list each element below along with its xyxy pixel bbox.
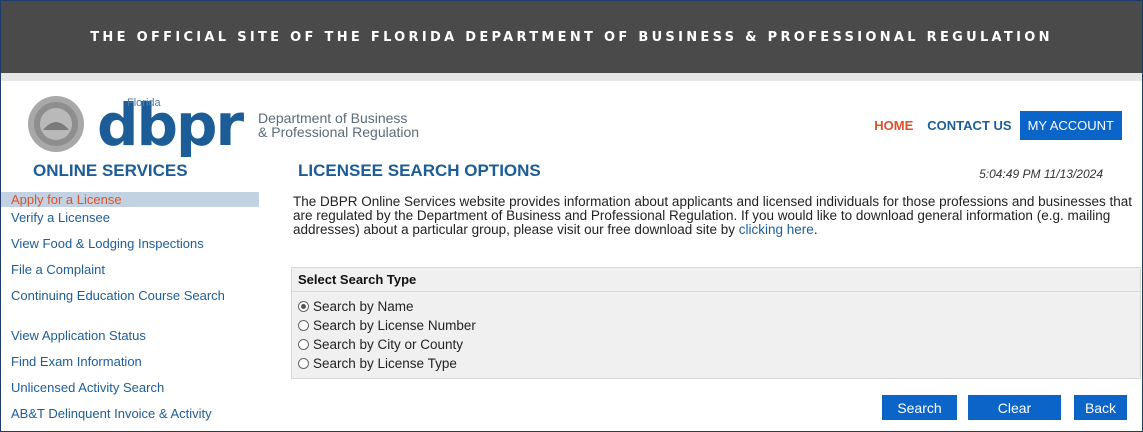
sidebar-item-unlicensed-activity[interactable]: Unlicensed Activity Search [1,377,259,403]
sidebar-item-food-lodging[interactable]: View Food & Lodging Inspections [1,233,259,259]
sidebar-title: ONLINE SERVICES [33,161,188,180]
sidebar-item-application-status[interactable]: View Application Status [1,325,259,351]
radio-search-by-name[interactable]: Search by Name [292,297,1140,316]
radio-button-checked[interactable] [298,301,309,312]
sidebar-item-verify-licensee[interactable]: Verify a Licensee [1,207,259,233]
my-account-button[interactable]: MY ACCOUNT [1019,111,1122,140]
florida-seal-icon [21,94,91,154]
radio-search-by-license-type[interactable]: Search by License Type [292,354,1140,373]
department-name: Department of Business & Professional Re… [258,111,419,139]
sidebar-item-abt-delinquent[interactable]: AB&T Delinquent Invoice & Activity [1,403,259,429]
radio-search-by-city-county[interactable]: Search by City or County [292,335,1140,354]
search-type-heading: Select Search Type [292,268,1140,292]
radio-search-by-license-number[interactable]: Search by License Number [292,316,1140,335]
intro-text: The DBPR Online Services website provide… [293,195,1133,237]
site-banner: THE OFFICIAL SITE OF THE FLORIDA DEPARTM… [1,1,1142,73]
page-frame: THE OFFICIAL SITE OF THE FLORIDA DEPARTM… [0,0,1143,432]
nav-contact-link[interactable]: CONTACT US [927,118,1011,133]
sidebar-item-ce-course-search[interactable]: Continuing Education Course Search [1,285,259,325]
timestamp: 5:04:49 PM 11/13/2024 [979,167,1103,181]
banner-divider [1,73,1142,81]
back-button[interactable]: Back [1074,395,1127,420]
search-button[interactable]: Search [882,395,957,420]
top-nav: HOME CONTACT US MY ACCOUNT [874,111,1122,140]
department-name-line1: Department of Business [258,110,408,126]
radio-label: Search by License Type [313,356,457,371]
sidebar-item-exam-info[interactable]: Find Exam Information [1,351,259,377]
radio-button[interactable] [298,339,309,350]
nav-home-link[interactable]: HOME [874,118,913,133]
clear-button[interactable]: Clear [968,395,1061,420]
sidebar-item-file-complaint[interactable]: File a Complaint [1,259,259,285]
logo-mark: dbpr [97,91,244,159]
department-name-line2: & Professional Regulation [258,124,420,140]
radio-label: Search by License Number [313,318,476,333]
radio-label: Search by City or County [313,337,464,352]
sidebar: Apply for a License Verify a Licensee Vi… [1,192,259,429]
intro-body: The DBPR Online Services website provide… [293,194,1132,237]
search-type-panel: Select Search Type Search by Name Search… [291,267,1141,379]
banner-text: THE OFFICIAL SITE OF THE FLORIDA DEPARTM… [90,29,1053,45]
logo-state-label: Florida [127,97,161,109]
page-title: LICENSEE SEARCH OPTIONS [298,161,541,180]
radio-label: Search by Name [313,299,414,314]
sidebar-item-apply-license[interactable]: Apply for a License [1,192,259,207]
radio-button[interactable] [298,320,309,331]
download-site-link[interactable]: clicking here [739,222,814,237]
dbpr-logo[interactable]: Florida dbpr [97,96,244,154]
radio-button[interactable] [298,358,309,369]
intro-end: . [813,222,818,237]
